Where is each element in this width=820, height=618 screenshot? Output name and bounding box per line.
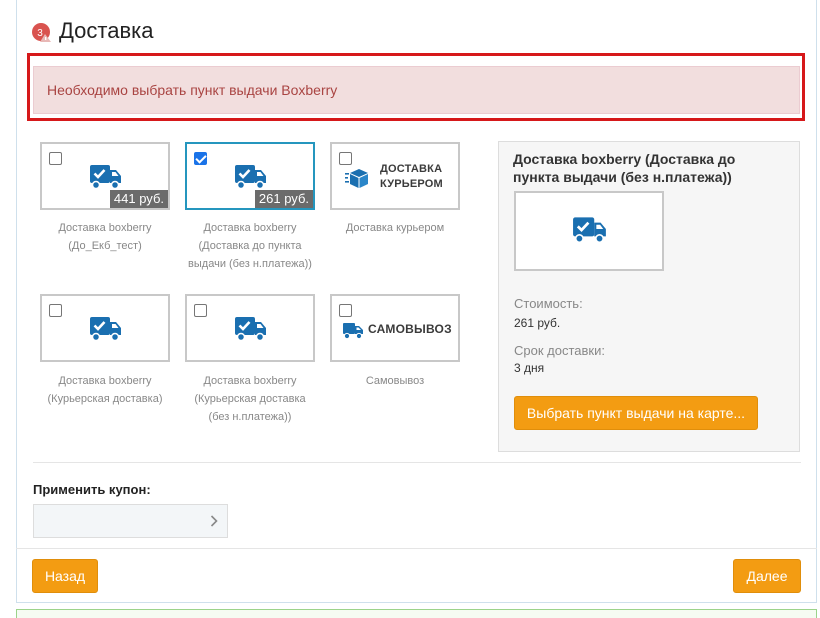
delivery-option-self-pickup[interactable]: САМОВЫВОЗ: [330, 294, 460, 362]
step-badge-icon: 3: [32, 23, 51, 42]
option-caption: Доставка курьером: [345, 222, 445, 234]
option-checkbox[interactable]: [49, 152, 62, 165]
delivery-truck-icon: [573, 217, 606, 244]
option-caption: Доставка boxberry (Курьерская доставка (…: [194, 375, 306, 423]
next-section-panel: [16, 609, 817, 618]
option-checkbox[interactable]: [339, 152, 352, 165]
svg-text:3: 3: [37, 28, 43, 39]
option-checkbox[interactable]: [49, 304, 62, 317]
cost-label: Стоимость:: [514, 296, 583, 311]
option-checkbox[interactable]: [194, 152, 207, 165]
back-button[interactable]: Назад: [32, 559, 98, 593]
choose-pickup-on-map-button[interactable]: Выбрать пункт выдачи на карте...: [514, 396, 758, 430]
option-caption: Доставка boxberry (Доставка до пункта вы…: [188, 222, 312, 270]
delivery-truck-icon: [90, 317, 121, 342]
option-checkbox[interactable]: [339, 304, 352, 317]
delivery-truck-icon: [235, 165, 266, 190]
delivery-option-boxberry-pickup[interactable]: 261 руб.: [185, 142, 315, 210]
self-pickup-brand-label: САМОВЫВОЗ: [368, 322, 452, 336]
courier-box-icon: [345, 169, 368, 188]
option-price-badge: 261 руб.: [254, 190, 313, 208]
next-button[interactable]: Далее: [733, 559, 801, 593]
delivery-option-boxberry-courier[interactable]: [40, 294, 170, 362]
page-title: Доставка: [59, 18, 154, 43]
delivery-option-courier[interactable]: ДОСТАВКА КУРЬЕРОМ: [330, 142, 460, 210]
delivery-truck-icon: [90, 165, 121, 190]
delivery-option-boxberry-ekb[interactable]: 441 руб.: [40, 142, 170, 210]
divider: [33, 462, 801, 463]
delivery-option-boxberry-courier-no-cod[interactable]: [185, 294, 315, 362]
delivery-details-panel: Доставка boxberry (Доставка до пункта вы…: [498, 141, 800, 452]
details-image: [514, 191, 664, 271]
option-caption: Доставка boxberry (До_Екб_тест): [58, 222, 152, 252]
coupon-input[interactable]: [33, 504, 228, 538]
divider: [16, 548, 817, 549]
term-value: 3 дня: [514, 361, 545, 375]
option-price-badge: 441 руб.: [109, 190, 168, 208]
option-caption: Самовывоз: [365, 375, 425, 387]
chevron-right-icon[interactable]: [210, 515, 218, 527]
delivery-truck-icon: [235, 317, 266, 342]
coupon-label: Применить купон:: [33, 482, 151, 497]
pickup-truck-icon: [343, 323, 363, 340]
term-label: Срок доставки:: [514, 343, 605, 358]
alert-highlight-frame: [27, 53, 805, 121]
option-caption: Доставка boxberry (Курьерская доставка): [47, 375, 163, 405]
option-checkbox[interactable]: [194, 304, 207, 317]
courier-brand-label: ДОСТАВКА КУРЬЕРОМ: [380, 163, 443, 190]
details-title: Доставка boxberry (Доставка до пункта вы…: [513, 151, 736, 185]
cost-value: 261 руб.: [514, 316, 561, 330]
